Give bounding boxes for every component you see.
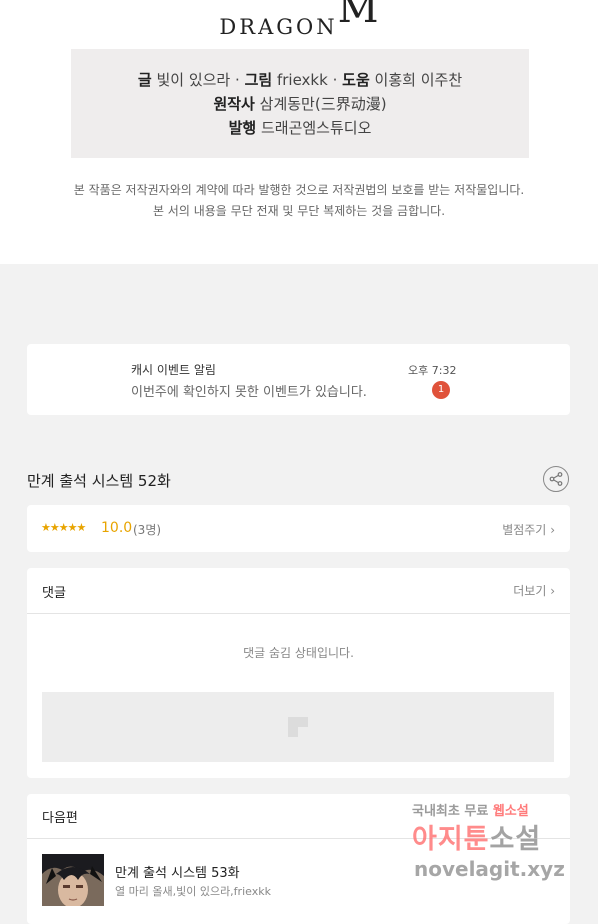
- copyright-line-1: 본 작품은 저작권자와의 계약에 따라 발행한 것으로 저작권법의 보호를 받는…: [73, 183, 525, 197]
- chevron-right-icon: ›: [550, 584, 555, 598]
- credit-label-story: 글: [137, 71, 152, 89]
- divider: [27, 613, 570, 614]
- rating-score: 10.0: [101, 520, 133, 536]
- credit-label-assist: 도움: [342, 71, 370, 89]
- credit-value-assist: 이홍희 이주찬: [374, 71, 463, 89]
- credit-value-story: 빛이 있으라: [156, 71, 231, 89]
- next-episode-thumbnail[interactable]: [42, 854, 104, 906]
- credit-label-art: 그림: [244, 71, 273, 89]
- copyright-line-2: 본 서의 내용을 무단 전재 및 무단 복제하는 것을 금합니다.: [152, 204, 446, 218]
- star-rating-icon: ★★★★★: [41, 521, 86, 534]
- episode-footer: DRAGONM 글 빛이 있으라 · 그림 friexkk · 도움 이홍희 이…: [0, 0, 598, 264]
- rating-card: ★★★★★ 10.0 (3명) 별점주기 ›: [27, 505, 570, 552]
- credits-box: 글 빛이 있으라 · 그림 friexkk · 도움 이홍희 이주찬 원작사 삼…: [71, 49, 529, 158]
- credit-separator: ·: [332, 71, 338, 89]
- next-episode-authors: 열 마리 올새,빛이 있으라,friexkk: [115, 885, 271, 898]
- next-episode-heading: 다음편: [42, 811, 78, 826]
- credit-label-publisher: 발행: [228, 119, 257, 137]
- comments-more-button[interactable]: 더보기 ›: [513, 582, 555, 599]
- rating-votes: (3명): [133, 523, 162, 537]
- credits-line-original: 원작사 삼계동만(三界动漫): [71, 92, 529, 116]
- rate-button[interactable]: 별점주기 ›: [502, 521, 555, 538]
- comments-card: 댓글 더보기 › 댓글 숨김 상태입니다.: [27, 568, 570, 778]
- credit-separator: ·: [235, 71, 240, 89]
- publisher-logo: DRAGONM: [0, 0, 598, 39]
- share-icon: [549, 472, 563, 486]
- next-episode-card[interactable]: 다음편 만계 출석 시스템 53화 열 마리 올새,빛이 있으라,friexkk: [27, 794, 570, 924]
- credit-label-original: 원작사: [213, 95, 255, 113]
- rate-label: 별점주기: [502, 523, 547, 537]
- event-notification[interactable]: 캐시 이벤트 알림 이번주에 확인하지 못한 이벤트가 있습니다. 오후 7:3…: [27, 344, 570, 415]
- comments-heading: 댓글: [42, 586, 66, 601]
- logo-text: DRAGON: [219, 15, 338, 39]
- logo-mark: M: [337, 0, 379, 32]
- ad-placeholder[interactable]: [42, 692, 554, 762]
- episode-title: 만계 출석 시스템 52화: [27, 472, 171, 490]
- credit-value-publisher: 드래곤엠스튜디오: [260, 119, 372, 137]
- event-message: 이번주에 확인하지 못한 이벤트가 있습니다.: [131, 385, 367, 400]
- credits-line-publisher: 발행 드래곤엠스튜디오: [71, 116, 529, 140]
- credits-line-authors: 글 빛이 있으라 · 그림 friexkk · 도움 이홍희 이주찬: [71, 68, 529, 92]
- chevron-right-icon: ›: [550, 523, 555, 537]
- event-time: 오후 7:32: [408, 364, 457, 377]
- copyright-notice: 본 작품은 저작권자와의 계약에 따라 발행한 것으로 저작권법의 보호를 받는…: [0, 180, 598, 222]
- event-title: 캐시 이벤트 알림: [131, 363, 216, 377]
- comments-hidden-message: 댓글 숨김 상태입니다.: [243, 646, 354, 660]
- event-badge: 1: [432, 381, 450, 399]
- credit-value-original: 삼계동만(三界动漫): [259, 95, 387, 113]
- next-episode-title: 만계 출석 시스템 53화: [115, 866, 240, 881]
- credit-value-art: friexkk: [276, 71, 328, 89]
- divider: [27, 838, 570, 839]
- share-button[interactable]: [543, 466, 569, 492]
- image-placeholder-icon: [288, 717, 308, 737]
- comments-more-label: 더보기: [513, 584, 547, 598]
